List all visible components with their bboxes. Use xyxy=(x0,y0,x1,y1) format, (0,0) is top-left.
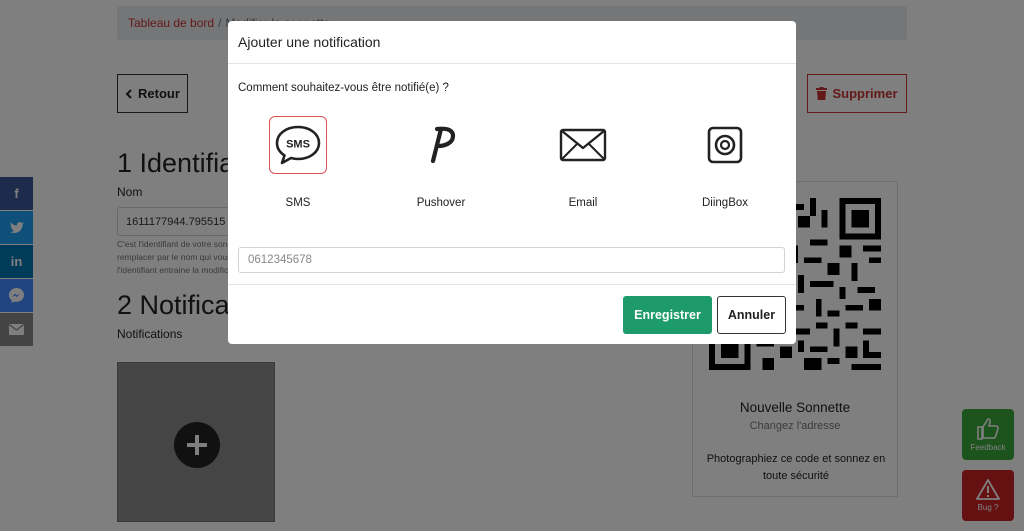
sms-option-icon-box[interactable]: SMS xyxy=(269,116,327,174)
option-email[interactable]: Email xyxy=(538,116,628,226)
option-sms[interactable]: SMS SMS xyxy=(253,116,343,226)
pushover-option-icon-box[interactable] xyxy=(412,116,470,174)
save-button[interactable]: Enregistrer xyxy=(623,296,712,334)
cancel-button[interactable]: Annuler xyxy=(717,296,786,334)
sms-icon-text: SMS xyxy=(286,139,310,151)
option-sms-label: SMS xyxy=(285,197,311,209)
option-email-label: Email xyxy=(568,197,598,209)
phone-number-input[interactable] xyxy=(238,247,785,273)
sms-icon: SMS xyxy=(275,125,321,165)
diingbox-icon xyxy=(707,126,743,164)
modal-footer-divider xyxy=(228,284,796,285)
modal-title: Ajouter une notification xyxy=(228,21,796,64)
diingbox-option-icon-box[interactable] xyxy=(696,116,754,174)
envelope-icon xyxy=(559,128,607,162)
modal-question: Comment souhaitez-vous être notifié(e) ? xyxy=(238,82,449,94)
option-diingbox-label: DiingBox xyxy=(701,197,749,209)
option-diingbox[interactable]: DiingBox xyxy=(680,116,770,226)
option-pushover-label: Pushover xyxy=(416,197,466,209)
option-pushover[interactable]: Pushover xyxy=(396,116,486,226)
pushover-icon xyxy=(430,126,456,164)
add-notification-modal: Ajouter une notification Comment souhait… xyxy=(228,21,796,344)
email-option-icon-box[interactable] xyxy=(554,116,612,174)
